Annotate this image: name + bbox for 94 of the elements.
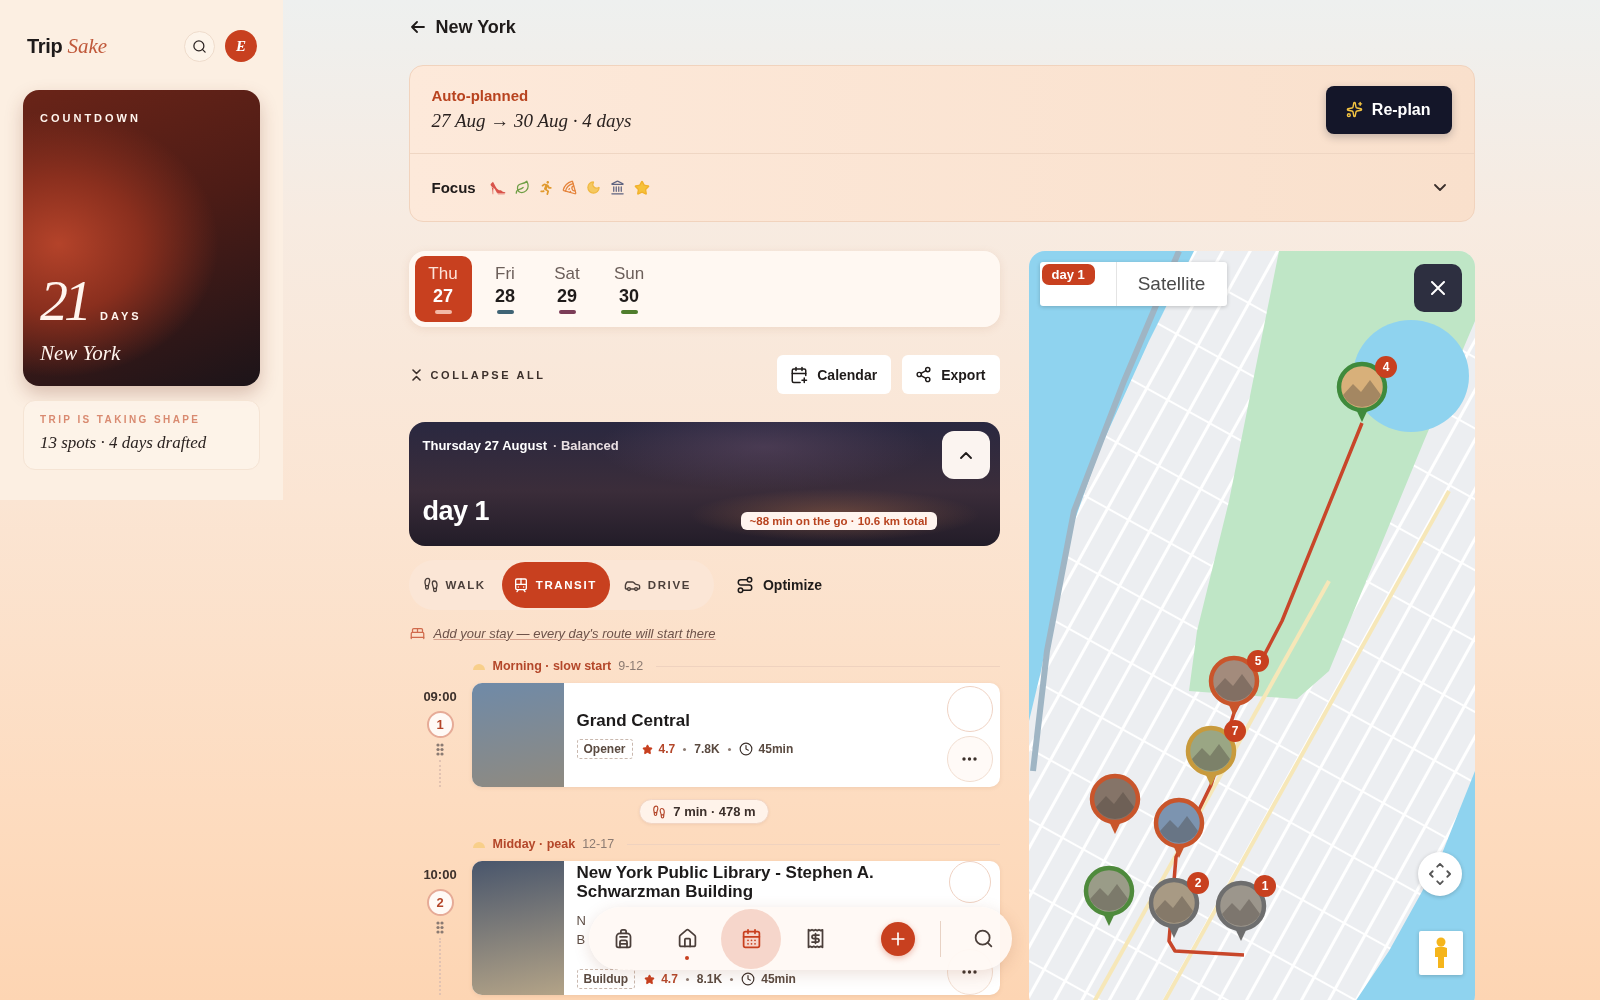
day-title: day 1	[422, 496, 490, 527]
stop-time: 10:00	[423, 867, 457, 882]
duration: 45min	[758, 742, 794, 756]
more-icon	[962, 970, 977, 974]
route-summary: ~88 min on the go · 10.6 km total	[740, 512, 937, 530]
landmark-icon	[609, 180, 625, 195]
arrow-left-icon	[410, 21, 425, 33]
description-fragment: B	[576, 931, 586, 949]
bed-icon	[409, 625, 425, 641]
search-icon	[972, 928, 994, 949]
share-button[interactable]: Export	[902, 355, 1000, 394]
sparkles-icon	[1345, 101, 1363, 118]
leaf-icon	[514, 180, 530, 195]
day-tab[interactable]: Sun 30	[600, 256, 658, 322]
search-icon	[192, 38, 207, 54]
chevron-up-icon	[959, 451, 972, 459]
add-button[interactable]	[881, 921, 915, 956]
collapse-icon	[411, 368, 421, 381]
day-tab[interactable]: Thu 27	[414, 256, 472, 322]
stop-time: 09:00	[423, 689, 457, 704]
optimize-button[interactable]: Optimize	[735, 576, 823, 594]
section-title: Morning · slow start	[492, 659, 612, 673]
stop-card[interactable]: Grand Central Opener 4.7 7.8K 45min	[471, 683, 1000, 787]
stop-tag: Opener	[576, 739, 633, 759]
collapse-day-button[interactable]	[941, 431, 990, 479]
countdown-city: New York	[40, 341, 122, 366]
clock-icon	[741, 972, 756, 986]
sun-icon	[471, 662, 486, 670]
close-icon	[1430, 281, 1445, 295]
star-icon	[644, 973, 656, 985]
status-text: 13 spots · 4 days drafted	[40, 433, 208, 453]
person-icon	[1432, 937, 1449, 969]
satellite-tab[interactable]: Satellite	[1116, 262, 1227, 306]
banner-date: Thursday 27 August	[422, 438, 547, 453]
stop-number: 2	[426, 889, 454, 916]
star-icon	[641, 743, 653, 755]
countdown-number: 21	[40, 273, 88, 329]
drag-handle-icon[interactable]	[436, 743, 444, 756]
replan-button[interactable]: Re-plan	[1325, 85, 1452, 134]
rating: 4.7	[661, 972, 678, 986]
review-count: 7.8K	[694, 742, 720, 756]
star-icon	[633, 179, 650, 196]
section-title: Midday · peak	[492, 837, 576, 851]
section-hours: 9-12	[618, 659, 644, 673]
home-icon	[676, 928, 698, 949]
share-icon	[915, 366, 933, 383]
calendar-button[interactable]: Calendar	[777, 355, 892, 394]
calendar-icon	[740, 928, 762, 949]
section-hours: 12-17	[582, 837, 615, 851]
stop-title: Grand Central	[576, 711, 691, 731]
runner-icon	[538, 180, 553, 195]
banner-pace: · Balanced	[553, 438, 619, 453]
calendar-icon	[790, 365, 809, 384]
status-label: TRIP IS TAKING SHAPE	[40, 414, 202, 425]
avatar[interactable]: E	[225, 30, 257, 62]
plan-dates: 27 Aug → 30 Aug · 4 days	[431, 110, 632, 132]
stop-number: 1	[426, 711, 454, 738]
collapse-all-button[interactable]: COLLAPSE ALL	[408, 368, 546, 381]
drag-handle-icon[interactable]	[436, 921, 444, 934]
logo-accent-text: Sake	[67, 33, 108, 59]
search-button[interactable]	[184, 30, 215, 62]
transit-mode-button[interactable]: TRANSIT	[501, 562, 610, 608]
description-fragment: N	[576, 912, 586, 930]
tram-icon	[512, 577, 529, 593]
footprints-icon	[652, 804, 667, 819]
plan-label: Auto-planned	[431, 87, 530, 104]
countdown-label: COUNTDOWN	[40, 112, 142, 124]
countdown-unit: DAYS	[100, 310, 142, 322]
close-button[interactable]	[1413, 264, 1462, 312]
route-icon	[735, 576, 754, 594]
footprints-icon	[422, 577, 439, 593]
chevron-down-icon	[1433, 184, 1446, 191]
page-title: New York	[435, 16, 516, 38]
logo-text: Trip	[27, 34, 63, 58]
moon-icon	[585, 180, 601, 195]
day-tab[interactable]: Fri 28	[476, 256, 534, 322]
more-icon	[962, 757, 977, 761]
focus-label: Focus	[431, 179, 476, 196]
add-stay-link[interactable]: Add your stay — every day's route will start there	[433, 625, 716, 641]
expand-button[interactable]	[1433, 184, 1446, 191]
leg-text: 7 min · 478 m	[673, 804, 756, 819]
review-count: 8.1K	[696, 972, 723, 986]
drive-mode-button[interactable]: DRIVE	[612, 562, 704, 608]
day-tab[interactable]: Sat 29	[538, 256, 596, 322]
back-button[interactable]	[410, 21, 425, 33]
duration: 45min	[761, 972, 796, 986]
stop-title: New York Public Library - Stephen A. Schwarzman Building	[576, 863, 875, 901]
clock-icon	[738, 742, 753, 756]
pizza-icon	[561, 180, 577, 195]
sun-icon	[471, 840, 486, 848]
high-heel-icon	[489, 179, 506, 196]
rating: 4.7	[658, 742, 676, 756]
walk-mode-button[interactable]: WALK	[411, 562, 499, 608]
day-badge: day 1	[1041, 264, 1095, 285]
